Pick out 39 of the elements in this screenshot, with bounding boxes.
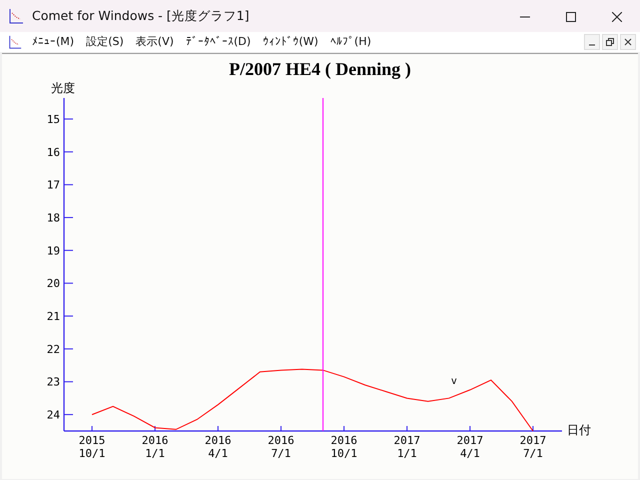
window-title: Comet for Windows - [光度グラフ1] <box>32 6 250 25</box>
maximize-icon <box>566 12 576 22</box>
tick-label: 18 <box>46 212 60 225</box>
menu-item[interactable]: ｳｨﾝﾄﾞｳ(W) <box>256 33 324 51</box>
close-icon <box>612 12 622 22</box>
tick-label: 17 <box>46 178 60 192</box>
minimize-icon <box>589 44 595 46</box>
restore-button[interactable] <box>602 34 618 50</box>
annotation-label: v <box>450 376 458 387</box>
app-icon <box>8 8 24 24</box>
menu-item[interactable]: 設定(S) <box>80 33 130 51</box>
tick-label: 2015 10/1 <box>78 434 106 460</box>
axis-title: 光度 <box>51 81 75 95</box>
close-button[interactable] <box>620 34 636 50</box>
menu-item[interactable]: ﾒﾆｭｰ(M) <box>26 33 80 51</box>
document-icon[interactable] <box>8 35 22 49</box>
minimize-button[interactable] <box>584 34 600 50</box>
tick-label: 2017 7/1 <box>520 434 546 460</box>
tick-label: 2017 1/1 <box>394 434 420 460</box>
tick-label: 21 <box>46 310 60 324</box>
tick-label: 2016 10/1 <box>330 434 358 460</box>
menu-item[interactable]: 表示(V) <box>130 33 180 51</box>
tick-label: 2016 1/1 <box>142 434 168 460</box>
tick-label: 15 <box>46 113 60 126</box>
tick-label: 2016 7/1 <box>268 434 294 460</box>
close-icon <box>624 38 632 46</box>
tick-label: 23 <box>46 376 60 389</box>
tick-label: 16 <box>46 146 60 159</box>
chart-title: P/2007 HE4 ( Denning ) <box>229 59 411 79</box>
menu-item[interactable]: ﾃﾞｰﾀﾍﾞｰｽ(D) <box>180 33 257 51</box>
tick-label: 22 <box>46 342 60 356</box>
restore-icon <box>606 38 614 46</box>
tick-label: 19 <box>46 244 60 258</box>
tick-label: 2017 4/1 <box>456 434 484 460</box>
menu-item[interactable]: ﾍﾙﾌﾟ(H) <box>324 33 378 51</box>
tick-label: 2016 4/1 <box>204 434 232 460</box>
tick-label: 20 <box>46 277 60 290</box>
tick-label: 24 <box>46 408 60 422</box>
axis-title: 日付 <box>567 423 591 437</box>
